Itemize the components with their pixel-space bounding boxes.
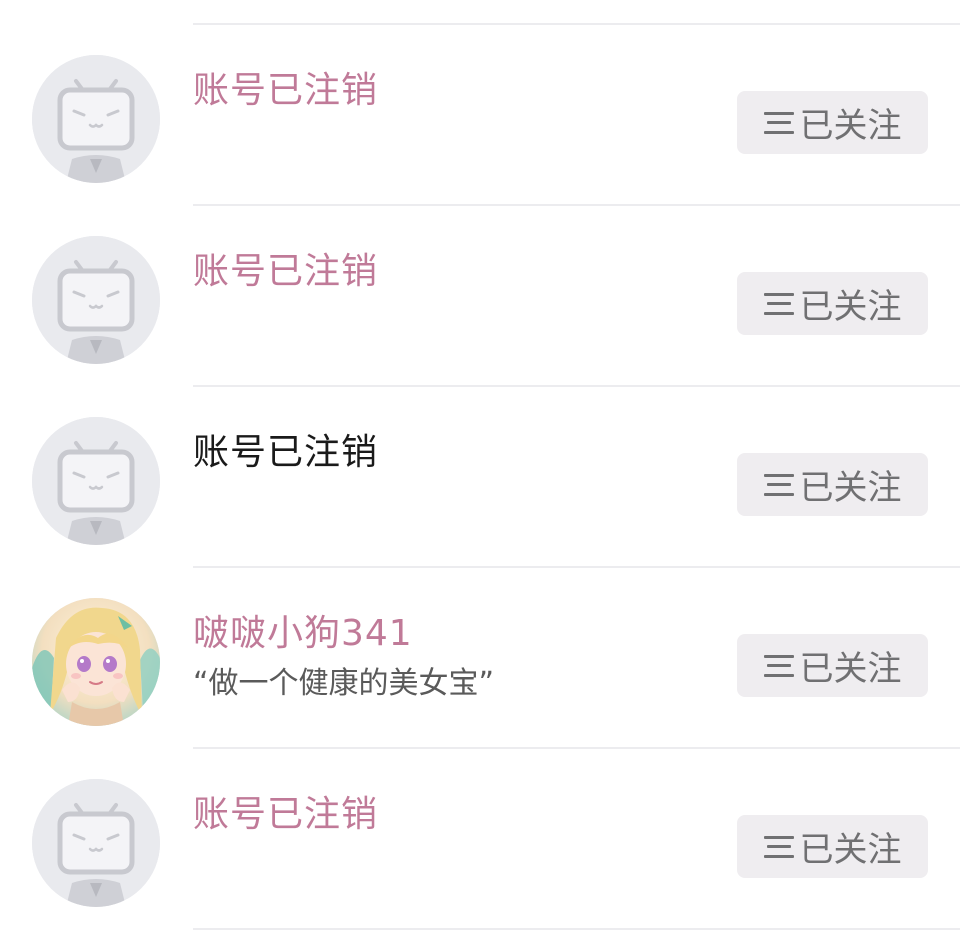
row-divider (193, 928, 960, 930)
list-item[interactable]: 账号已注销 已关注 (0, 387, 960, 568)
followed-button-label: 已关注 (799, 106, 902, 146)
default-tv-avatar-icon[interactable] (32, 779, 160, 907)
list-item[interactable]: 啵啵小狗341 “做一个健康的美女宝” 已关注 (0, 568, 960, 749)
followed-button[interactable]: 已关注 (737, 453, 928, 516)
menu-lines-icon (763, 111, 794, 134)
menu-lines-icon (763, 835, 794, 858)
default-tv-avatar-icon[interactable] (32, 55, 160, 183)
username[interactable]: 啵啵小狗341 (193, 612, 413, 656)
username[interactable]: 账号已注销 (193, 250, 378, 294)
followed-button[interactable]: 已关注 (737, 815, 928, 878)
username[interactable]: 账号已注销 (193, 69, 378, 113)
followed-button-label: 已关注 (799, 287, 902, 327)
username[interactable]: 账号已注销 (193, 793, 378, 837)
menu-lines-icon (763, 292, 794, 315)
list-item[interactable]: 账号已注销 已关注 (0, 749, 960, 930)
followed-button[interactable]: 已关注 (737, 272, 928, 335)
username[interactable]: 账号已注销 (193, 431, 378, 475)
list-item[interactable]: 账号已注销 已关注 (0, 206, 960, 387)
following-list: 账号已注销 已关注 账号已注销 已关注 账号已注销 已关注 啵啵小狗341 “做… (0, 0, 960, 948)
followed-button[interactable]: 已关注 (737, 91, 928, 154)
menu-lines-icon (763, 473, 794, 496)
anime-girl-avatar-icon[interactable] (32, 598, 160, 726)
followed-button-label: 已关注 (799, 649, 902, 689)
default-tv-avatar-icon[interactable] (32, 236, 160, 364)
menu-lines-icon (763, 654, 794, 677)
followed-button-label: 已关注 (799, 468, 902, 508)
list-item[interactable]: 账号已注销 已关注 (0, 25, 960, 206)
default-tv-avatar-icon[interactable] (32, 417, 160, 545)
user-bio: “做一个健康的美女宝” (193, 666, 495, 701)
followed-button[interactable]: 已关注 (737, 634, 928, 697)
followed-button-label: 已关注 (799, 830, 902, 870)
